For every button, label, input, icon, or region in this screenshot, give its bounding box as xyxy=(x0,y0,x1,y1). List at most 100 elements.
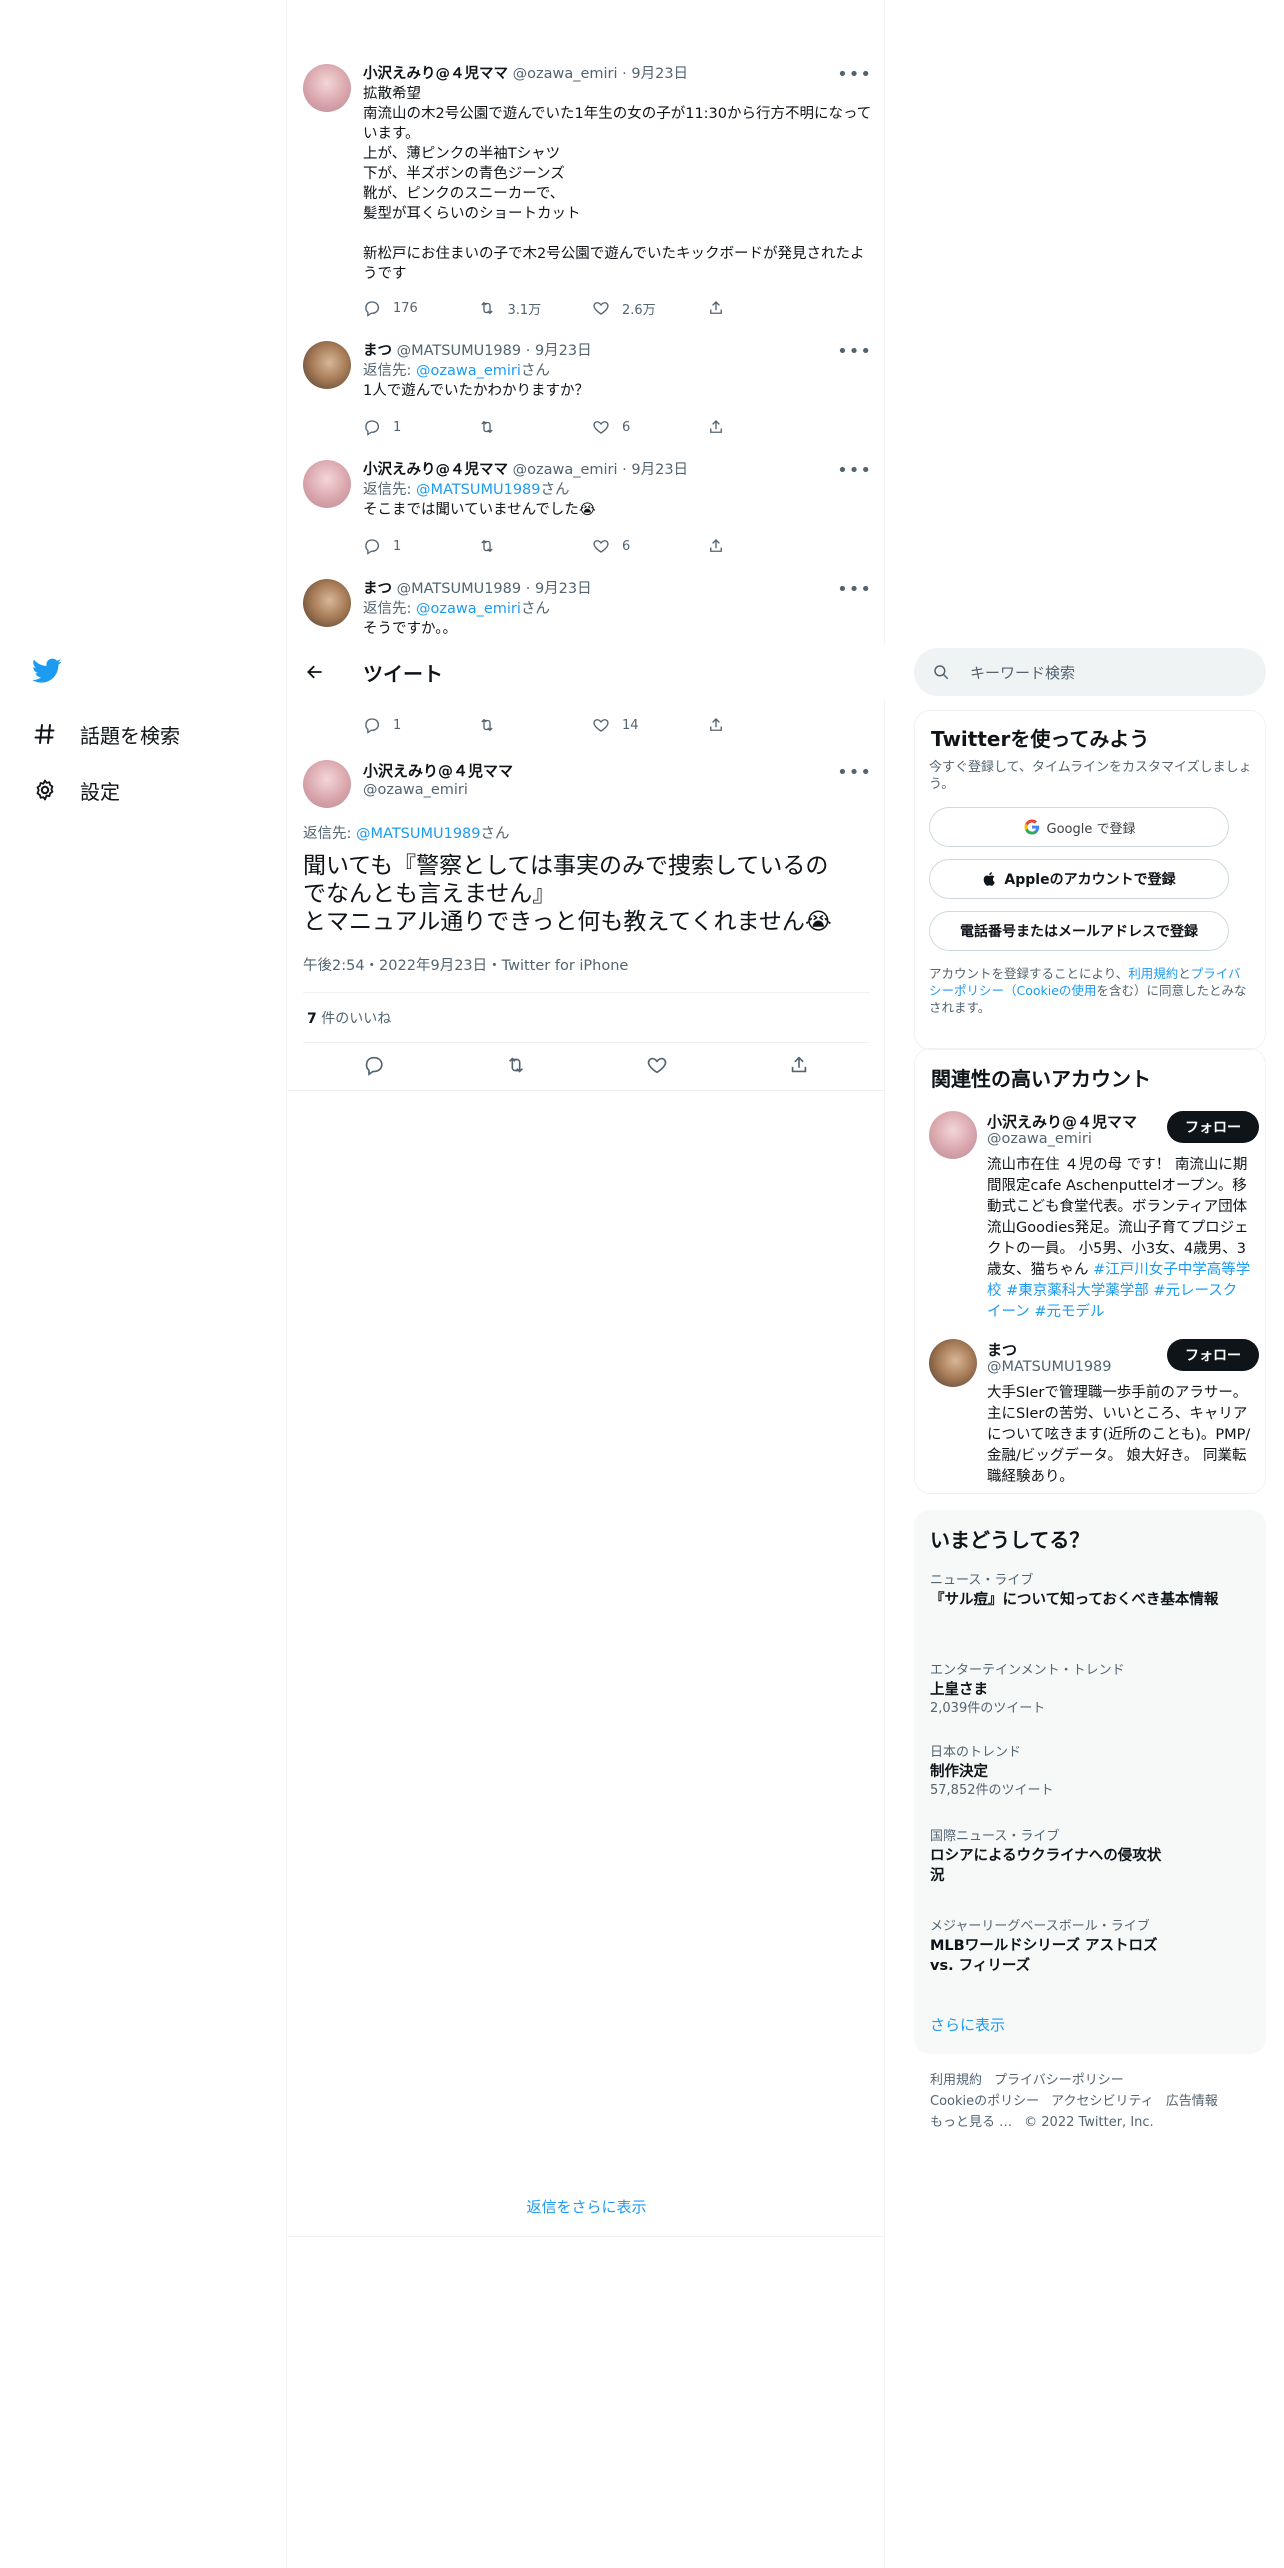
like-count: 14 xyxy=(622,717,639,733)
tweet-date[interactable]: · 9月23日 xyxy=(526,581,592,597)
apple-signup-button[interactable]: Appleのアカウントで登録 xyxy=(929,859,1229,899)
retweet-button[interactable]: 3.1万 xyxy=(478,298,565,318)
google-signup-button[interactable]: Google で登録 xyxy=(929,807,1229,847)
author-handle[interactable]: @ozawa_emiri xyxy=(513,462,618,478)
footer-terms-link[interactable]: 利用規約 xyxy=(930,2073,982,2088)
footer-ads-link[interactable]: 広告情報 xyxy=(1166,2094,1218,2109)
footer-accessibility-link[interactable]: アクセシビリティ xyxy=(1051,2094,1154,2109)
footer-privacy-link[interactable]: プライバシーポリシー xyxy=(994,2073,1124,2088)
apple-signup-label: Appleのアカウントで登録 xyxy=(1004,872,1176,888)
footer-more-link[interactable]: もっと見る … xyxy=(930,2115,1012,2130)
avatar[interactable] xyxy=(303,341,351,389)
avatar[interactable] xyxy=(929,1111,977,1159)
footer-cookie-link[interactable]: Cookieのポリシー xyxy=(930,2094,1039,2109)
reply-to-line: 返信先: @ozawa_emiriさん xyxy=(363,361,872,381)
author-name[interactable]: 小沢えみり@４児ママ xyxy=(363,760,513,781)
tweet-date[interactable]: · 9月23日 xyxy=(526,343,592,359)
show-more-trends-link[interactable]: さらに表示 xyxy=(930,2014,1005,2035)
tweet-actions: 1 6 xyxy=(363,417,793,437)
avatar[interactable] xyxy=(303,760,351,808)
tweet-date[interactable]: · 9月23日 xyxy=(622,462,688,478)
author-handle[interactable]: @ozawa_emiri xyxy=(363,782,468,798)
account-name[interactable]: 小沢えみり@４児ママ xyxy=(987,1111,1137,1132)
author-name[interactable]: まつ xyxy=(363,581,392,597)
share-icon xyxy=(709,539,722,552)
share-button[interactable] xyxy=(707,298,794,318)
reply-to-handle[interactable]: @MATSUMU1989 xyxy=(416,482,541,498)
like-button[interactable]: 6 xyxy=(592,417,679,437)
share-button[interactable] xyxy=(707,715,794,735)
account-handle[interactable]: @ozawa_emiri xyxy=(987,1131,1092,1147)
account-name[interactable]: まつ xyxy=(987,1339,1017,1360)
trend-item[interactable]: 国際ニュース・ライブ ロシアによるウクライナへの侵攻状況 xyxy=(930,1828,1170,1886)
like-button[interactable]: 6 xyxy=(592,536,679,556)
footer: 利用規約 プライバシーポリシー Cookieのポリシー アクセシビリティ 広告情報 も… xyxy=(930,2070,1260,2133)
reply-button[interactable]: 1 xyxy=(363,417,450,437)
more-options-icon[interactable]: ••• xyxy=(837,341,872,362)
retweet-button[interactable] xyxy=(478,417,565,437)
avatar[interactable] xyxy=(303,460,351,508)
account-handle[interactable]: @MATSUMU1989 xyxy=(987,1359,1112,1375)
likes-summary[interactable]: 7 件のいいね xyxy=(307,1008,391,1028)
more-options-icon[interactable]: ••• xyxy=(837,64,872,85)
twitter-logo-icon[interactable] xyxy=(32,658,64,690)
reply-button[interactable] xyxy=(363,1054,385,1080)
avatar[interactable] xyxy=(929,1339,977,1387)
more-options-icon[interactable]: ••• xyxy=(837,460,872,481)
google-icon xyxy=(1023,819,1039,835)
tweet-date[interactable]: · 9月23日 xyxy=(622,66,688,82)
retweet-button[interactable] xyxy=(505,1054,527,1080)
tweet-header: まつ @MATSUMU1989 · 9月23日 xyxy=(363,341,872,361)
author-handle[interactable]: @ozawa_emiri xyxy=(513,66,618,82)
account-item[interactable]: 小沢えみり@４児ママ @ozawa_emiri フォロー 流山市在住 ４児の母 … xyxy=(929,1111,1259,1321)
like-button[interactable]: 14 xyxy=(592,715,679,735)
account-item[interactable]: まつ @MATSUMU1989 フォロー 大手SIerで管理職一歩手前のアラサー… xyxy=(929,1339,1259,1489)
avatar[interactable] xyxy=(303,579,351,627)
author-name[interactable]: まつ xyxy=(363,343,392,359)
search-input[interactable]: キーワード検索 xyxy=(970,662,1075,683)
share-button[interactable] xyxy=(788,1054,810,1080)
trend-item[interactable]: エンターテインメント・トレンド 上皇さま 2,039件のツイート xyxy=(930,1662,1230,1718)
author-name[interactable]: 小沢えみり@４児ママ xyxy=(363,462,508,478)
nav-explore[interactable]: 話題を検索 xyxy=(32,712,180,756)
phone-email-signup-button[interactable]: 電話番号またはメールアドレスで登録 xyxy=(929,911,1229,951)
reply-to-handle[interactable]: @ozawa_emiri xyxy=(416,363,521,379)
author-name[interactable]: 小沢えみり@４児ママ xyxy=(363,66,508,82)
reply-button[interactable]: 176 xyxy=(363,298,450,318)
trend-item[interactable]: メジャーリーグベースボール・ライブ MLBワールドシリーズ アストロズ vs. … xyxy=(930,1918,1180,1976)
trend-context: ニュース・ライブ xyxy=(930,1573,1034,1588)
nav-settings[interactable]: 設定 xyxy=(32,768,120,812)
trend-item[interactable]: ニュース・ライブ 『サル痘』について知っておくべき基本情報 xyxy=(930,1572,1230,1610)
reply-to-suffix: さん xyxy=(520,601,550,617)
tweet-actions: 1 6 xyxy=(363,536,793,556)
reply-button[interactable]: 1 xyxy=(363,536,450,556)
reply-to-handle[interactable]: @MATSUMU1989 xyxy=(356,826,481,842)
author-handle[interactable]: @MATSUMU1989 xyxy=(397,581,522,597)
tweet-header: 小沢えみり@４児ママ @ozawa_emiri · 9月23日 xyxy=(363,460,872,480)
retweet-button[interactable] xyxy=(478,715,565,735)
avatar[interactable] xyxy=(303,64,351,112)
share-button[interactable] xyxy=(707,536,794,556)
follow-button[interactable]: フォロー xyxy=(1167,1111,1259,1143)
more-options-icon[interactable]: ••• xyxy=(837,579,872,600)
reply-count: 1 xyxy=(393,419,402,435)
back-button[interactable] xyxy=(287,662,343,682)
like-button[interactable]: 2.6万 xyxy=(592,298,679,318)
terms-link[interactable]: 利用規約 xyxy=(1128,966,1178,981)
retweet-button[interactable] xyxy=(478,536,565,556)
reply-to-handle[interactable]: @ozawa_emiri xyxy=(416,601,521,617)
trend-item[interactable]: 日本のトレンド 制作決定 57,852件のツイート xyxy=(930,1744,1230,1800)
show-more-replies-link[interactable]: 返信をさらに表示 xyxy=(287,2196,886,2217)
heart-icon xyxy=(648,1057,667,1074)
tweet-header: 小沢えみり@４児ママ @ozawa_emiri · 9月23日 xyxy=(363,64,872,84)
follow-button[interactable]: フォロー xyxy=(1167,1339,1259,1371)
share-button[interactable] xyxy=(707,417,794,437)
like-button[interactable] xyxy=(646,1054,668,1080)
reply-button[interactable]: 1 xyxy=(363,715,450,735)
search-box[interactable]: キーワード検索 xyxy=(914,648,1266,696)
trend-title: 制作決定 xyxy=(930,1764,988,1780)
more-options-icon[interactable]: ••• xyxy=(837,762,872,783)
author-handle[interactable]: @MATSUMU1989 xyxy=(397,343,522,359)
trend-context: メジャーリーグベースボール・ライブ xyxy=(930,1919,1150,1934)
tweet-timestamp[interactable]: 午後2:54・2022年9月23日・Twitter for iPhone xyxy=(303,954,628,975)
